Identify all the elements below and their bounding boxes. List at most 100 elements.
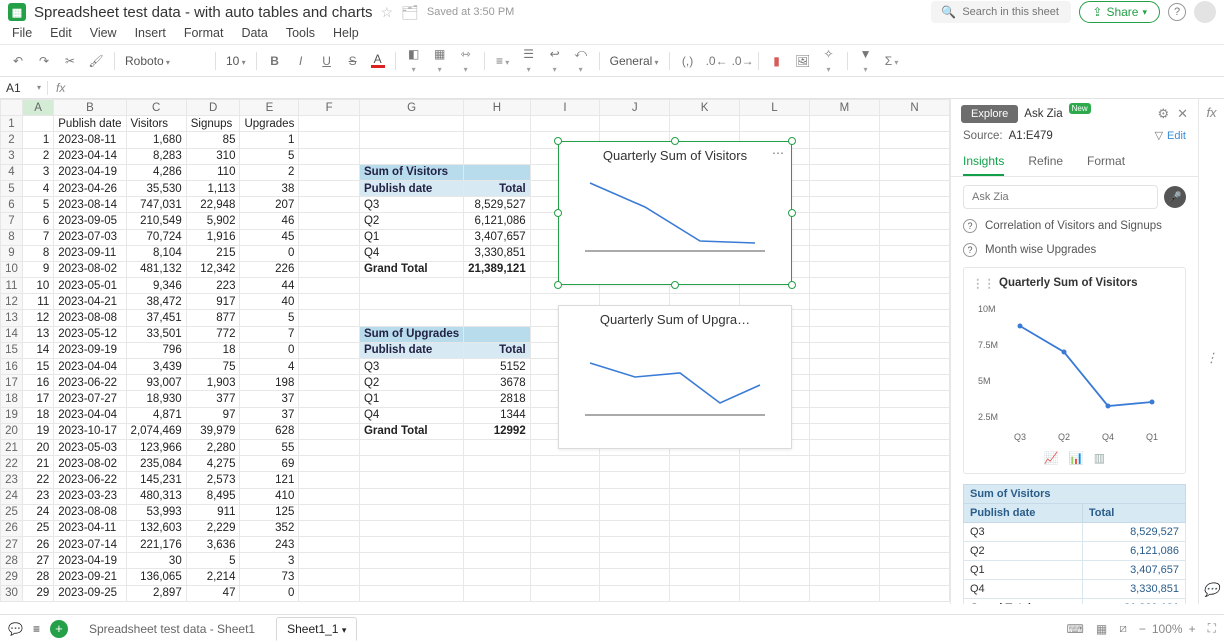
text-color-icon[interactable]: A <box>371 53 385 68</box>
cell-reference[interactable]: A1▾ <box>0 81 48 95</box>
chart-visitors[interactable]: ⋯ Quarterly Sum of Visitors <box>558 141 792 285</box>
menu-view[interactable]: View <box>90 26 117 40</box>
grid-icon[interactable]: ▦ <box>1096 622 1107 636</box>
chart-menu-icon[interactable]: ⋯ <box>772 146 785 160</box>
sheets-menu-icon[interactable]: ≡ <box>33 622 40 636</box>
zoom-out-icon[interactable]: − <box>1139 622 1146 636</box>
zia-tabs: Insights Refine Format <box>951 148 1198 177</box>
fx-sidebar-icon[interactable]: fx <box>1206 105 1216 120</box>
source-label: Source: <box>963 130 1003 142</box>
menu-data[interactable]: Data <box>241 26 267 40</box>
spreadsheet-grid: ABCDEFGHIJKLMN1Publish dateVisitorsSignu… <box>0 99 950 602</box>
svg-text:Q1: Q1 <box>1146 432 1158 442</box>
currency-icon[interactable]: (,) <box>680 54 696 68</box>
grid-pane[interactable]: ABCDEFGHIJKLMN1Publish dateVisitorsSignu… <box>0 99 950 604</box>
title-bar: ▦ Spreadsheet test data - with auto tabl… <box>0 0 1224 24</box>
avatar[interactable] <box>1194 1 1216 23</box>
comment-footer-icon[interactable]: 💬 <box>8 622 23 636</box>
redo-icon[interactable]: ↷ <box>36 54 52 68</box>
filter-icon[interactable]: ▼ <box>858 47 874 75</box>
zia-chart-card[interactable]: ⋮⋮Quarterly Sum of Visitors 10M 7.5M 5M … <box>963 267 1186 474</box>
menu-edit[interactable]: Edit <box>50 26 72 40</box>
save-status: Saved at 3:50 PM <box>427 6 514 18</box>
search-input[interactable] <box>962 6 1061 18</box>
strike-icon[interactable]: S <box>345 54 361 68</box>
decimal-dec-icon[interactable]: .0→ <box>732 54 748 68</box>
help-icon[interactable]: ? <box>1168 3 1186 21</box>
tab-format[interactable]: Format <box>1087 148 1125 176</box>
rotate-text-icon[interactable]: ⤺ <box>573 46 589 75</box>
share-button[interactable]: ⇪ Share ▾ <box>1079 1 1160 23</box>
star-icon[interactable]: ☆ <box>381 4 394 21</box>
sigma-icon[interactable]: Σ <box>884 54 900 68</box>
number-format-select[interactable]: General <box>610 54 659 68</box>
filter-icon: ▽ <box>1155 130 1163 142</box>
svg-text:5M: 5M <box>978 376 991 386</box>
document-title[interactable]: Spreadsheet test data - with auto tables… <box>34 4 373 21</box>
search-sheet[interactable]: 🔍 <box>931 1 1071 23</box>
chart-title: Quarterly Sum of Upgra… <box>559 306 791 327</box>
folder-icon[interactable]: 🗂 <box>401 4 419 21</box>
new-badge: New <box>1069 103 1091 114</box>
source-range: A1:E479 <box>1009 130 1053 142</box>
menu-tools[interactable]: Tools <box>286 26 315 40</box>
na-icon[interactable]: ⧄ <box>1119 621 1127 636</box>
ask-zia-input[interactable] <box>963 185 1158 209</box>
svg-text:10M: 10M <box>978 304 996 314</box>
fullscreen-icon[interactable]: ⛶ <box>1208 621 1216 636</box>
menu-file[interactable]: File <box>12 26 32 40</box>
column-chart-icon[interactable]: ▥ <box>1094 451 1105 465</box>
comment-icon[interactable]: 💬 <box>1203 582 1219 598</box>
share-icon: ⇪ <box>1092 5 1102 19</box>
drag-handle-icon[interactable]: ⋮ <box>1205 350 1218 366</box>
suggestion-correlation[interactable]: ?Correlation of Visitors and Signups <box>963 219 1186 233</box>
sheet-tab-2[interactable]: Sheet1_1 ▾ <box>276 617 357 641</box>
chart-upgrades[interactable]: Quarterly Sum of Upgra… <box>558 305 792 449</box>
sheet-tab-1[interactable]: Spreadsheet test data - Sheet1 <box>78 617 266 641</box>
tab-insights[interactable]: Insights <box>963 148 1004 176</box>
font-size-select[interactable]: 10 <box>226 54 246 68</box>
explore-button[interactable]: Explore <box>961 105 1018 123</box>
font-family-select[interactable]: Roboto <box>125 54 205 68</box>
cut-icon[interactable]: ✂ <box>62 54 78 68</box>
zoom-control[interactable]: − 100% + <box>1139 622 1196 636</box>
chart-bar-icon[interactable]: ▮ <box>769 54 785 68</box>
menu-help[interactable]: Help <box>333 26 359 40</box>
decimal-inc-icon[interactable]: .0← <box>706 54 722 68</box>
close-icon[interactable]: ✕ <box>1177 106 1188 122</box>
menu-insert[interactable]: Insert <box>135 26 166 40</box>
askzia-tab[interactable]: Ask Zia <box>1024 108 1062 120</box>
keyboard-icon[interactable]: ⌨ <box>1067 622 1084 636</box>
chart-title: Quarterly Sum of Visitors <box>559 142 791 163</box>
bar-chart-icon[interactable]: 📊 <box>1069 451 1084 465</box>
valign-icon[interactable]: ☰ <box>521 47 537 75</box>
borders-icon[interactable]: ▦ <box>432 47 448 75</box>
formula-input[interactable] <box>73 80 1224 95</box>
search-icon: 🔍 <box>941 5 956 19</box>
line-chart-icon[interactable]: 📈 <box>1044 451 1059 465</box>
halign-icon[interactable]: ≡ <box>495 54 511 68</box>
suggestion-monthwise[interactable]: ?Month wise Upgrades <box>963 243 1186 257</box>
sparkline-icon[interactable]: ✧ <box>821 47 837 75</box>
underline-icon[interactable]: U <box>319 54 335 68</box>
wrap-icon[interactable]: ↩ <box>547 47 563 75</box>
formula-bar: A1▾ fx <box>0 77 1224 99</box>
fill-color-icon[interactable]: ◧ <box>406 47 422 75</box>
zoom-in-icon[interactable]: + <box>1189 622 1196 636</box>
paint-format-icon[interactable]: 🖌 <box>88 54 104 68</box>
gear-icon[interactable]: ⚙ <box>1157 106 1169 122</box>
svg-text:7.5M: 7.5M <box>978 340 998 350</box>
add-sheet-button[interactable]: + <box>50 620 68 638</box>
tab-refine[interactable]: Refine <box>1028 148 1063 176</box>
merge-icon[interactable]: ⇿ <box>458 47 474 75</box>
app-logo-icon: ▦ <box>8 3 26 21</box>
italic-icon[interactable]: I <box>293 54 309 68</box>
mic-icon[interactable]: 🎤 <box>1164 186 1186 208</box>
image-icon[interactable]: 🖼 <box>795 54 811 68</box>
drag-icon: ⋮⋮ <box>972 276 995 290</box>
bold-icon[interactable]: B <box>267 54 283 68</box>
undo-icon[interactable]: ↶ <box>10 54 26 68</box>
chevron-down-icon: ▾ <box>342 625 347 635</box>
edit-source-link[interactable]: ▽Edit <box>1155 129 1186 142</box>
menu-format[interactable]: Format <box>184 26 224 40</box>
